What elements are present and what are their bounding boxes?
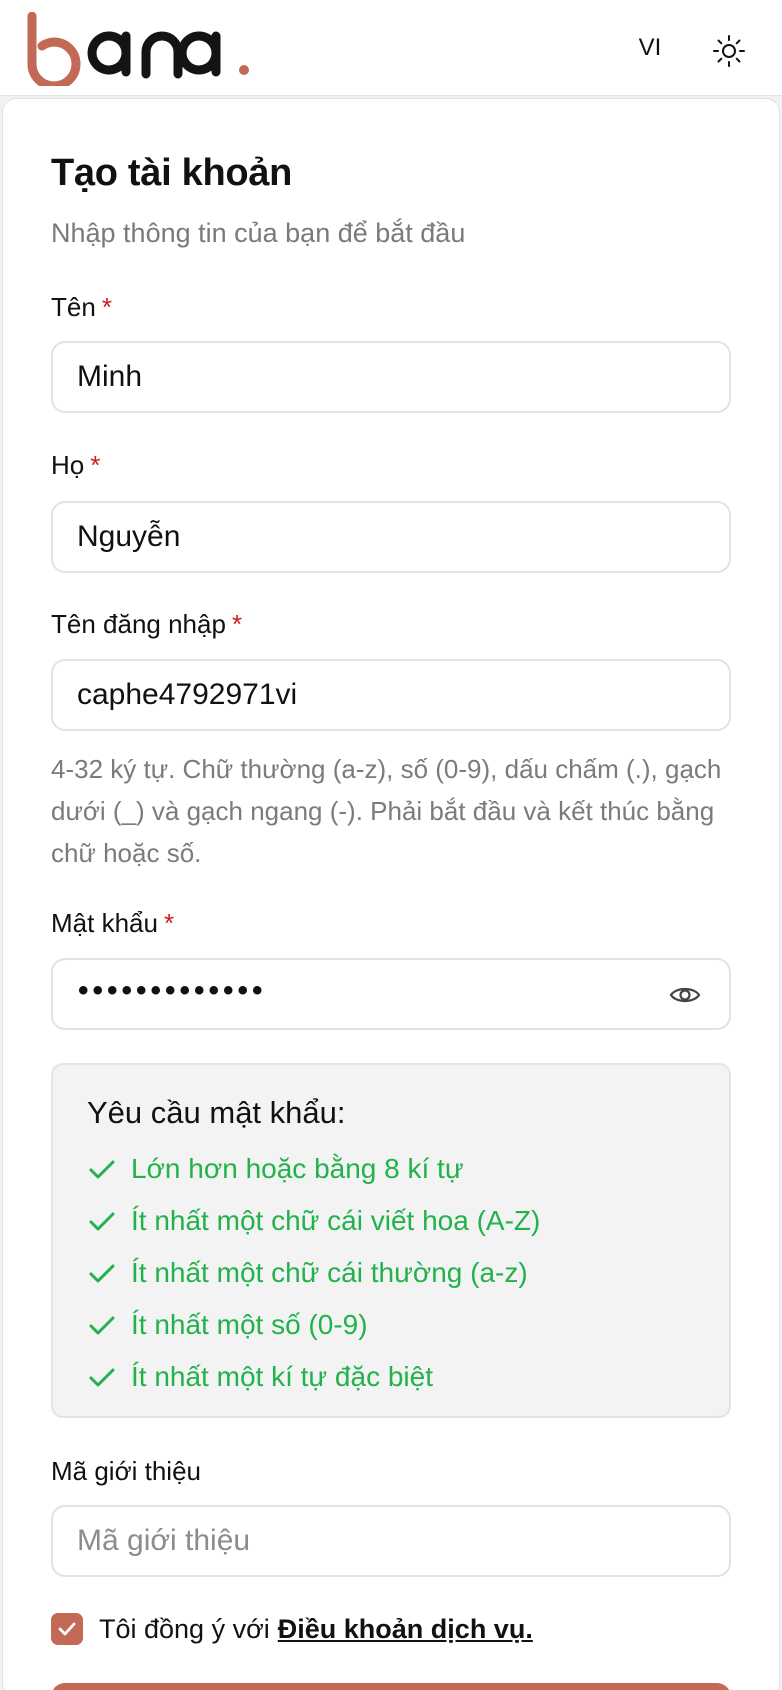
page-title: Tạo tài khoản xyxy=(51,152,293,194)
required-marker: * xyxy=(101,292,112,322)
username-hint: 4-32 ký tự. Chữ thường (a-z), số (0-9), … xyxy=(51,754,722,868)
referral-label: Mã giới thiệu xyxy=(51,1456,202,1486)
password-label-text: Mật khẩu xyxy=(51,908,158,938)
requirement-text: Lớn hơn hoặc bằng 8 kí tự xyxy=(131,1153,464,1184)
check-icon xyxy=(89,1316,115,1335)
username-label: Tên đăng nhập * xyxy=(51,609,242,640)
check-icon xyxy=(89,1160,115,1179)
check-icon xyxy=(89,1368,115,1387)
language-switcher[interactable]: VI xyxy=(628,30,672,66)
password-requirements: Yêu cầu mật khẩu: Lớn hơn hoặc bằng 8 kí… xyxy=(51,1063,731,1418)
requirement-item: Ít nhất một số (0-9) xyxy=(87,1305,368,1345)
last-name-label: Họ * xyxy=(51,450,100,481)
checkmark-icon xyxy=(58,1622,76,1636)
requirement-text: Ít nhất một số (0-9) xyxy=(131,1309,368,1340)
required-marker: * xyxy=(163,908,175,938)
submit-button[interactable] xyxy=(51,1683,731,1690)
terms-checkbox[interactable] xyxy=(51,1613,83,1645)
bana-logo[interactable] xyxy=(22,12,262,86)
requirement-item: Ít nhất một kí tự đặc biệt xyxy=(87,1357,433,1397)
check-icon xyxy=(89,1212,115,1231)
requirement-text: Ít nhất một chữ cái viết hoa (A-Z) xyxy=(131,1205,541,1236)
check-icon xyxy=(89,1264,115,1283)
requirement-item: Ít nhất một chữ cái thường (a-z) xyxy=(87,1253,528,1293)
terms-text: Tôi đồng ý với xyxy=(99,1613,270,1644)
terms-of-service-link[interactable]: Điều khoản dịch vụ. xyxy=(278,1614,533,1645)
first-name-input[interactable] xyxy=(51,341,731,413)
required-marker: * xyxy=(231,609,243,639)
password-masked-value: ••••••••••••• xyxy=(78,974,267,1007)
signup-card xyxy=(2,98,780,1690)
terms-row: Tôi đồng ý với Điều khoản dịch vụ. xyxy=(51,1612,533,1646)
requirement-item: Lớn hơn hoặc bằng 8 kí tự xyxy=(87,1149,464,1189)
eye-icon[interactable] xyxy=(668,978,702,1012)
username-input[interactable] xyxy=(51,659,731,731)
password-label: Mật khẩu * xyxy=(51,908,174,939)
sun-icon[interactable] xyxy=(708,30,750,72)
last-name-input[interactable] xyxy=(51,501,731,573)
referral-input[interactable] xyxy=(51,1505,731,1577)
first-name-label-text: Tên xyxy=(51,292,96,322)
last-name-label-text: Họ xyxy=(51,450,85,480)
top-bar: VI xyxy=(0,0,782,96)
required-marker: * xyxy=(90,450,101,480)
requirement-text: Ít nhất một kí tự đặc biệt xyxy=(131,1361,433,1392)
requirement-text: Ít nhất một chữ cái thường (a-z) xyxy=(131,1257,528,1288)
requirement-item: Ít nhất một chữ cái viết hoa (A-Z) xyxy=(87,1201,540,1241)
requirements-title: Yêu cầu mật khẩu: xyxy=(87,1095,346,1130)
username-label-text: Tên đăng nhập xyxy=(51,609,226,639)
page-subtitle: Nhập thông tin của bạn để bắt đầu xyxy=(51,218,466,248)
first-name-label: Tên * xyxy=(51,292,112,323)
